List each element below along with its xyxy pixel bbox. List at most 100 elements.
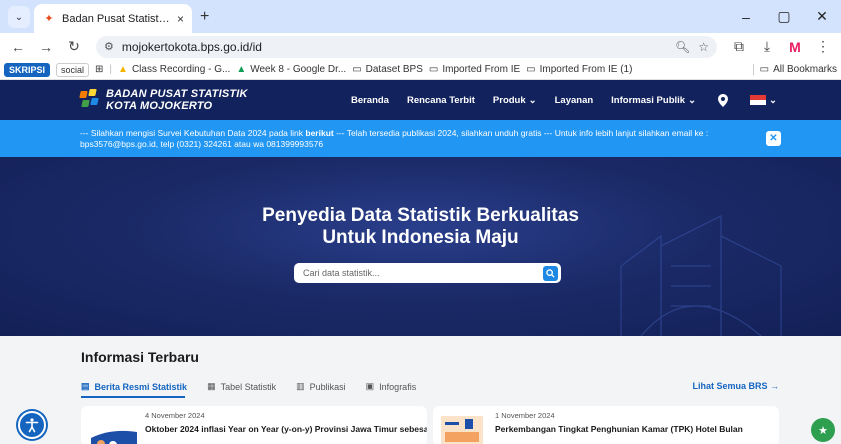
bookmark-separator: | [109,64,113,75]
nav-layanan[interactable]: Layanan [555,95,594,106]
tab-label: Berita Resmi Statistik [94,381,188,392]
search-button[interactable] [543,265,558,281]
news-icon: ▤ [81,381,90,391]
hero-banner: Penyedia Data Statistik Berkualitas Untu… [0,157,841,336]
nav-label: Layanan [554,94,594,106]
news-card[interactable]: 4 November 2024 Oktober 2024 inflasi Yea… [81,406,427,444]
extension-m-icon[interactable]: M [783,36,807,58]
announcement-bar: --- Silahkan mengisi Survei Kebutuhan Da… [0,120,841,157]
tab-title: Badan Pusat Statistik Kota Moj... [62,12,171,25]
news-card[interactable]: 1 November 2024 Perkembangan Tingkat Pen… [433,406,779,444]
back-icon[interactable]: ← [6,36,30,58]
location-pin-icon[interactable] [714,91,732,109]
section-heading: Informasi Terbaru [81,349,199,365]
nav-label: Produk [492,94,526,106]
folder-icon: ▭ [352,64,362,75]
tab-label: Publikasi [309,381,346,392]
reload-icon[interactable]: ↻ [62,36,86,58]
nav-beranda[interactable]: Beranda [351,95,389,106]
language-selector[interactable]: ⌄ [750,95,777,106]
site-header: BADAN PUSAT STATISTIK KOTA MOJOKERTO Ber… [0,80,841,120]
folder-icon: ▭ [526,64,536,75]
bookmark-item[interactable]: ▲ Class Recording - G... [118,64,230,75]
latest-info-section: Informasi Terbaru ▤ Berita Resmi Statisti… [0,336,841,444]
news-thumbnail [441,416,483,444]
tab-label: Tabel Statistik [220,381,277,392]
news-thumbnail-icon [91,430,137,444]
browser-tabstrip: ⌄ ✦ Badan Pusat Statistik Kota Moj... × … [0,0,841,33]
bookmark-item[interactable]: ▲ Week 8 - Google Dr... [236,64,346,75]
zoom-icon[interactable]: 🔍︎ [675,40,690,54]
star-icon: ★ [818,424,828,437]
download-icon[interactable]: ⤓ [755,36,779,58]
tab-berita-resmi-statistik[interactable]: ▤ Berita Resmi Statistik [81,381,187,392]
image-icon: ▣ [365,381,375,391]
browser-tab[interactable]: ✦ Badan Pusat Statistik Kota Moj... × [34,4,192,33]
hero-title-line1: Penyedia Data Statistik Berkualitas [262,205,579,226]
tab-tabel-statistik[interactable]: ▦ Tabel Statistik [207,381,276,392]
nav-label: Rencana Terbit [406,94,475,106]
chevron-down-icon: ⌄ [14,11,24,23]
nav-rencana-terbit[interactable]: Rencana Terbit [407,95,475,106]
news-thumbnail-icon [441,416,483,444]
card-date: 4 November 2024 [145,411,205,420]
forward-icon[interactable]: → [34,36,58,58]
bps-favicon-icon: ✦ [44,13,54,25]
hero-title: Penyedia Data Statistik Berkualitas Untu… [0,205,841,249]
apps-grid-icon[interactable]: ⊞ [95,64,103,75]
folder-icon: ▭ [428,64,439,75]
new-tab-button[interactable]: + [200,8,209,26]
announcement-part1: --- Silahkan mengisi Survei Kebutuhan Da… [80,127,306,138]
minimize-icon[interactable]: – [727,0,765,33]
announcement-text: --- Silahkan mengisi Survei Kebutuhan Da… [80,128,740,150]
main-nav: Beranda Rencana Terbit Produk ⌄ Layanan I… [351,91,841,109]
indonesia-flag-icon [750,95,767,105]
table-icon: ▦ [207,381,216,391]
bookmark-social[interactable]: social [56,62,90,77]
bookmark-label: Class Recording - G... [131,64,231,75]
card-title: Oktober 2024 inflasi Year on Year (y-on-… [145,424,427,434]
survey-link[interactable]: berikut [305,128,333,138]
tab-search-button[interactable]: ⌄ [8,6,30,28]
bookmark-folder[interactable]: ▭ Imported From IE [429,64,520,75]
nav-informasi-publik[interactable]: Informasi Publik ⌄ [611,95,696,106]
tab-infografis[interactable]: ▣ Infografis [366,381,417,392]
tab-close-icon[interactable]: × [177,12,184,26]
close-announcement-icon[interactable]: ✕ [766,131,781,146]
chevron-down-icon: ⌄ [769,94,777,106]
folder-icon: ▭ [759,64,770,75]
bookmark-star-icon[interactable]: ☆ [698,40,709,54]
nav-label: Beranda [350,94,389,106]
site-info-icon[interactable]: ⚙ [104,40,114,53]
browser-toolbar: ← → ↻ ⚙ mojokertokota.bps.go.id/id 🔍︎ ☆ … [0,33,841,60]
card-date: 1 November 2024 [495,411,555,420]
extensions-icon[interactable]: ⧉ [727,36,751,58]
bookmark-label: Dataset BPS [365,64,423,75]
chat-widget-button[interactable]: ★ [811,418,835,442]
address-bar[interactable]: ⚙ mojokertokota.bps.go.id/id 🔍︎ ☆ [96,35,717,58]
maximize-icon[interactable]: ▢ [765,0,803,33]
all-bookmarks-label: All Bookmarks [773,64,837,75]
logo-line-1: BADAN PUSAT STATISTIK [106,88,248,100]
bookmark-skripsi[interactable]: SKRIPSI [4,62,51,77]
chevron-down-icon: ⌄ [688,94,697,106]
bookmark-label: Imported From IE (1) [539,64,633,75]
bps-logo[interactable]: BADAN PUSAT STATISTIK KOTA MOJOKERTO [78,88,248,112]
card-title: Perkembangan Tingkat Penghunian Kamar (T… [495,424,743,434]
search-icon [546,268,555,278]
tab-publikasi[interactable]: ▥ Publikasi [296,381,346,392]
see-all-brs-link[interactable]: Lihat Semua BRS → [692,381,779,391]
url-text[interactable]: mojokertokota.bps.go.id/id [122,40,667,54]
search-input[interactable] [303,268,543,278]
google-drive-icon: ▲ [236,64,247,75]
all-bookmarks[interactable]: ▭ All Bookmarks [752,64,837,75]
bookmark-folder[interactable]: ▭ Dataset BPS [352,64,423,75]
accessibility-icon [25,418,39,433]
bookmark-folder[interactable]: ▭ Imported From IE (1) [526,64,632,75]
bps-logo-icon [78,89,100,111]
nav-produk[interactable]: Produk ⌄ [493,95,537,106]
accessibility-button[interactable] [18,411,46,439]
close-window-icon[interactable]: ✕ [803,0,841,33]
menu-icon[interactable]: ⋮ [811,36,835,58]
google-drive-icon: ▲ [118,64,128,75]
